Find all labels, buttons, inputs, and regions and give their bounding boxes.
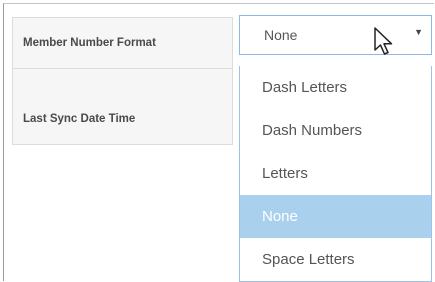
member-number-format-dropdown: Dash Letters Dash Numbers Letters None S… xyxy=(239,66,432,282)
mouse-pointer-icon xyxy=(374,27,393,55)
dropdown-option-letters[interactable]: Letters xyxy=(240,152,431,195)
dropdown-option-space-letters[interactable]: Space Letters xyxy=(240,238,431,281)
dropdown-option-dash-numbers[interactable]: Dash Numbers xyxy=(240,109,431,152)
last-sync-date-time-label: Last Sync Date Time xyxy=(12,68,233,145)
member-number-format-label: Member Number Format xyxy=(12,17,233,69)
dropdown-option-none[interactable]: None xyxy=(240,195,431,238)
dropdown-option-dash-letters[interactable]: Dash Letters xyxy=(240,66,431,109)
member-number-format-select[interactable]: None ▼ xyxy=(239,15,432,55)
caret-down-icon: ▼ xyxy=(414,27,423,37)
select-value: None xyxy=(264,27,298,43)
